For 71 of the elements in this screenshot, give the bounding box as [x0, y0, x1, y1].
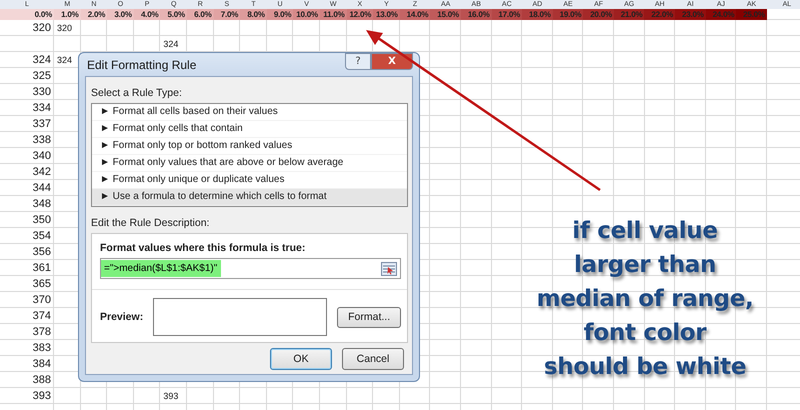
table-cell: 330	[32, 86, 51, 98]
table-cell: 374	[32, 310, 51, 322]
table-cell: 1.0%	[54, 9, 81, 20]
table-cell: 324	[163, 39, 178, 49]
table-cell: 320	[57, 23, 72, 33]
table-cell: 378	[32, 326, 51, 338]
table-cell: 0.0%	[0, 9, 54, 20]
range-picker-icon[interactable]	[381, 262, 397, 276]
table-cell: 393	[32, 390, 51, 402]
cancel-button[interactable]: Cancel	[342, 348, 404, 370]
table-cell: 16.0%	[460, 9, 492, 20]
section-label: Edit the Rule Description:	[91, 217, 210, 229]
section-label: Select a Rule Type:	[91, 87, 183, 99]
table-cell: 342	[32, 166, 51, 178]
table-cell: 3.0%	[107, 9, 134, 20]
table-cell: 6.0%	[186, 9, 214, 20]
table-cell: 356	[32, 246, 51, 258]
table-cell: 320	[32, 22, 51, 34]
table-cell: 325	[32, 70, 51, 82]
formula-field[interactable]: =">median($L$1:$AK$1)"	[100, 258, 401, 279]
table-cell: 11.0%	[320, 9, 347, 20]
table-cell: 25.0%	[736, 9, 767, 20]
table-cell: 388	[32, 374, 51, 386]
table-cell: 344	[32, 182, 51, 194]
table-cell: 338	[32, 134, 51, 146]
table-cell: 393	[163, 391, 178, 401]
table-cell: 354	[32, 230, 51, 242]
table-cell: 4.0%	[134, 9, 160, 20]
table-cell: 17.0%	[492, 9, 522, 20]
table-cell: 15.0%	[430, 9, 461, 20]
table-cell: 361	[32, 262, 51, 274]
table-cell: 24.0%	[706, 9, 736, 20]
table-cell: 384	[32, 358, 51, 370]
table-cell: 8.0%	[240, 9, 267, 20]
table-cell: 13.0%	[373, 9, 400, 20]
close-button[interactable]: X	[371, 53, 413, 70]
table-cell: 10.0%	[293, 9, 320, 20]
list-item[interactable]: ► Format only cells that contain	[92, 121, 407, 138]
help-button[interactable]: ?	[345, 53, 371, 70]
list-item[interactable]: ► Format all cells based on their values	[92, 104, 407, 121]
table-cell: 370	[32, 294, 51, 306]
list-item[interactable]: ► Format only values that are above or below average	[92, 155, 407, 172]
list-item[interactable]: ► Format only top or bottom ranked values	[92, 138, 407, 155]
window-title: Edit Formatting Rule	[86, 58, 196, 72]
table-cell: 22.0%	[644, 9, 676, 20]
table-cell: 334	[32, 102, 51, 114]
preview-label: Preview:	[100, 311, 144, 323]
format-button[interactable]: Format...	[337, 306, 401, 328]
table-cell: 14.0%	[400, 9, 430, 20]
table-cell: 383	[32, 342, 51, 354]
formula-label: Format values where this formula is true:	[100, 242, 306, 254]
table-cell: 337	[32, 118, 51, 130]
list-item[interactable]: ► Use a formula to determine which cells to format	[92, 189, 407, 206]
table-cell: 350	[32, 214, 51, 226]
table-cell: 21.0%	[614, 9, 644, 20]
table-cell: 20.0%	[583, 9, 614, 20]
table-cell: 12.0%	[346, 9, 374, 20]
table-cell: 365	[32, 278, 51, 290]
table-cell: 19.0%	[552, 9, 584, 20]
table-cell: 23.0%	[675, 9, 706, 20]
table-cell: 348	[32, 198, 51, 210]
table-cell: 324	[57, 55, 72, 65]
table-cell: 18.0%	[522, 9, 553, 20]
table-cell: 5.0%	[160, 9, 187, 20]
table-cell: 9.0%	[266, 9, 294, 20]
table-cell: 2.0%	[80, 9, 108, 20]
table-cell: 340	[32, 150, 51, 162]
table-cell: 324	[32, 54, 51, 66]
ok-button[interactable]: OK	[270, 348, 332, 370]
table-cell: 7.0%	[214, 9, 240, 20]
annotation-text: if cell value larger than median of range, font color should be white	[536, 217, 754, 382]
